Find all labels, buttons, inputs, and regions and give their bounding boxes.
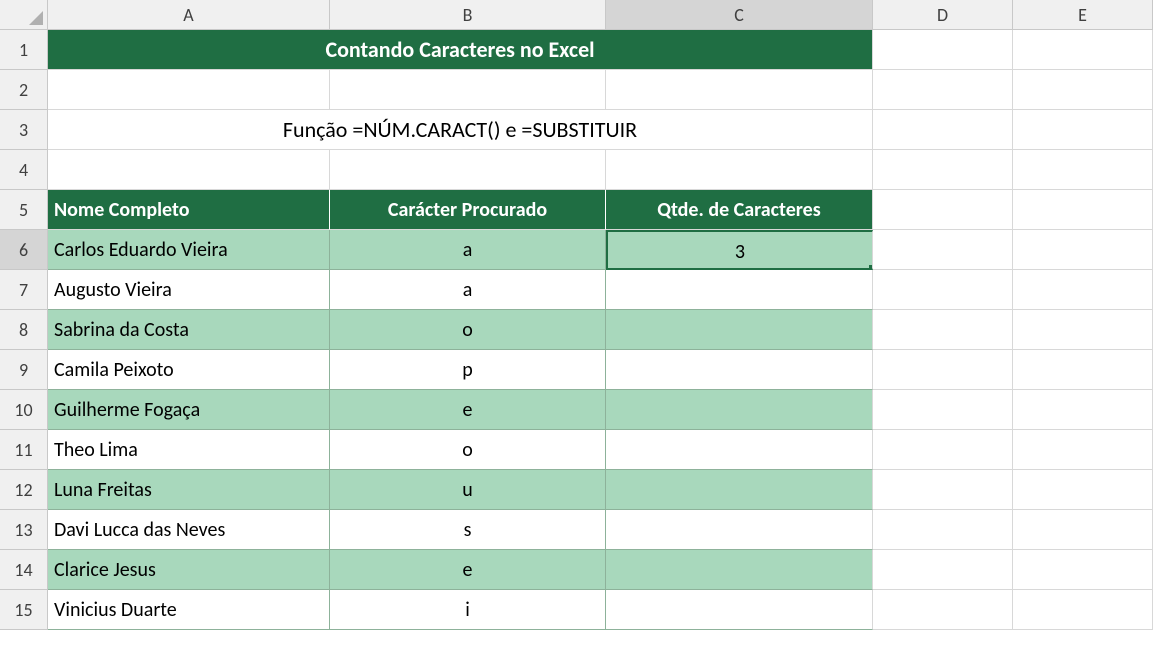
cell-c11[interactable]: [606, 430, 873, 470]
row-header-2[interactable]: 2: [0, 70, 48, 110]
row-header-4[interactable]: 4: [0, 150, 48, 190]
cell-a11[interactable]: Theo Lima: [48, 430, 330, 470]
cell-e4[interactable]: [1013, 150, 1153, 190]
cell-b11[interactable]: o: [330, 430, 606, 470]
cell-c6[interactable]: 3: [606, 230, 873, 270]
col-header-d[interactable]: D: [873, 0, 1013, 30]
col-header-a[interactable]: A: [48, 0, 330, 30]
cell-d3[interactable]: [873, 110, 1013, 150]
cell-b9[interactable]: p: [330, 350, 606, 390]
cell-d6[interactable]: [873, 230, 1013, 270]
row-header-13[interactable]: 13: [0, 510, 48, 550]
cell-d5[interactable]: [873, 190, 1013, 230]
title-cell[interactable]: Contando Caracteres no Excel: [48, 30, 873, 70]
cell-b14[interactable]: e: [330, 550, 606, 590]
cell-d8[interactable]: [873, 310, 1013, 350]
cell-b12[interactable]: u: [330, 470, 606, 510]
cell-d11[interactable]: [873, 430, 1013, 470]
cell-a2[interactable]: [48, 70, 330, 110]
th-qty[interactable]: Qtde. de Caracteres: [606, 190, 873, 230]
cell-e5[interactable]: [1013, 190, 1153, 230]
select-all-corner[interactable]: [0, 0, 48, 30]
cell-a7[interactable]: Augusto Vieira: [48, 270, 330, 310]
cell-d7[interactable]: [873, 270, 1013, 310]
row-header-8[interactable]: 8: [0, 310, 48, 350]
cell-e15[interactable]: [1013, 590, 1153, 630]
cell-e14[interactable]: [1013, 550, 1153, 590]
row-header-3[interactable]: 3: [0, 110, 48, 150]
cell-d1[interactable]: [873, 30, 1013, 70]
cell-c14[interactable]: [606, 550, 873, 590]
cell-d4[interactable]: [873, 150, 1013, 190]
cell-b15[interactable]: i: [330, 590, 606, 630]
cell-d2[interactable]: [873, 70, 1013, 110]
cell-d15[interactable]: [873, 590, 1013, 630]
cell-c13[interactable]: [606, 510, 873, 550]
cell-e2[interactable]: [1013, 70, 1153, 110]
cell-a15[interactable]: Vinicius Duarte: [48, 590, 330, 630]
cell-c4[interactable]: [606, 150, 873, 190]
row-header-1[interactable]: 1: [0, 30, 48, 70]
row-header-5[interactable]: 5: [0, 190, 48, 230]
cell-d10[interactable]: [873, 390, 1013, 430]
cell-e13[interactable]: [1013, 510, 1153, 550]
cell-e11[interactable]: [1013, 430, 1153, 470]
row-header-15[interactable]: 15: [0, 590, 48, 630]
cell-c12[interactable]: [606, 470, 873, 510]
row-header-10[interactable]: 10: [0, 390, 48, 430]
cell-d12[interactable]: [873, 470, 1013, 510]
cell-e3[interactable]: [1013, 110, 1153, 150]
cell-b4[interactable]: [330, 150, 606, 190]
col-header-b[interactable]: B: [330, 0, 606, 30]
row-header-6[interactable]: 6: [0, 230, 48, 270]
cell-c10[interactable]: [606, 390, 873, 430]
row-header-7[interactable]: 7: [0, 270, 48, 310]
cell-b7[interactable]: a: [330, 270, 606, 310]
cell-d9[interactable]: [873, 350, 1013, 390]
cell-a10[interactable]: Guilherme Fogaça: [48, 390, 330, 430]
cell-d13[interactable]: [873, 510, 1013, 550]
cell-a8[interactable]: Sabrina da Costa: [48, 310, 330, 350]
cell-c2[interactable]: [606, 70, 873, 110]
cell-c9[interactable]: [606, 350, 873, 390]
row-header-9[interactable]: 9: [0, 350, 48, 390]
cell-c8[interactable]: [606, 310, 873, 350]
cell-d14[interactable]: [873, 550, 1013, 590]
cell-a4[interactable]: [48, 150, 330, 190]
cell-e9[interactable]: [1013, 350, 1153, 390]
cell-e8[interactable]: [1013, 310, 1153, 350]
cell-b13[interactable]: s: [330, 510, 606, 550]
row-header-11[interactable]: 11: [0, 430, 48, 470]
cell-a13[interactable]: Davi Lucca das Neves: [48, 510, 330, 550]
cell-e1[interactable]: [1013, 30, 1153, 70]
cell-c15[interactable]: [606, 590, 873, 630]
cell-b2[interactable]: [330, 70, 606, 110]
cell-e10[interactable]: [1013, 390, 1153, 430]
col-header-e[interactable]: E: [1013, 0, 1153, 30]
cell-e12[interactable]: [1013, 470, 1153, 510]
cell-b8[interactable]: o: [330, 310, 606, 350]
th-char[interactable]: Carácter Procurado: [330, 190, 606, 230]
subtitle-cell[interactable]: Função =NÚM.CARACT() e =SUBSTITUIR: [48, 110, 873, 150]
col-header-c[interactable]: C: [606, 0, 873, 30]
cell-a12[interactable]: Luna Freitas: [48, 470, 330, 510]
cell-b10[interactable]: e: [330, 390, 606, 430]
th-name[interactable]: Nome Completo: [48, 190, 330, 230]
cell-e7[interactable]: [1013, 270, 1153, 310]
cell-e6[interactable]: [1013, 230, 1153, 270]
cell-a14[interactable]: Clarice Jesus: [48, 550, 330, 590]
cell-b6[interactable]: a: [330, 230, 606, 270]
spreadsheet-grid: A B C D E 1 Contando Caracteres no Excel…: [0, 0, 1153, 630]
cell-a6[interactable]: Carlos Eduardo Vieira: [48, 230, 330, 270]
row-header-12[interactable]: 12: [0, 470, 48, 510]
row-header-14[interactable]: 14: [0, 550, 48, 590]
cell-c7[interactable]: [606, 270, 873, 310]
cell-a9[interactable]: Camila Peixoto: [48, 350, 330, 390]
